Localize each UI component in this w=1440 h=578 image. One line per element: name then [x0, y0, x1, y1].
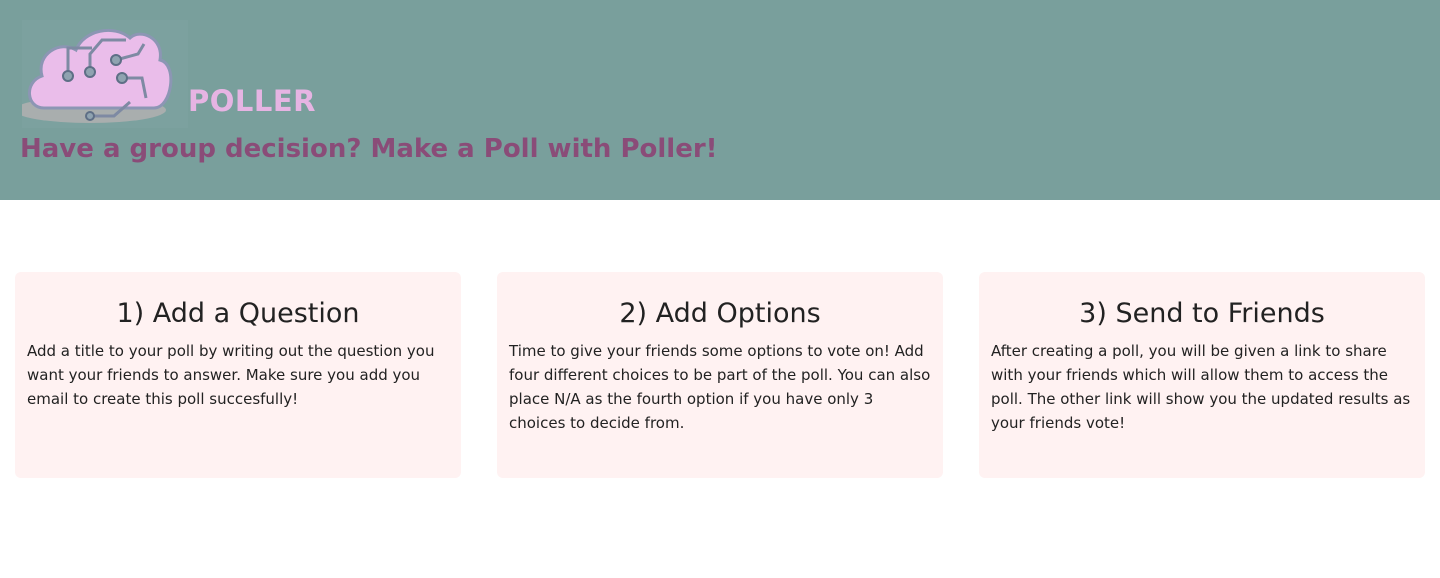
step-description: After creating a poll, you will be given… — [991, 342, 1411, 432]
site-header: POLLER Have a group decision? Make a Pol… — [0, 0, 1440, 200]
steps-section: 1) Add a Question Add a title to your po… — [15, 272, 1425, 478]
step-description: Time to give your friends some options t… — [509, 342, 931, 432]
cloud-circuit-logo-icon — [14, 20, 188, 128]
step-card-add-options: 2) Add Options Time to give your friends… — [497, 272, 943, 478]
step-description: Add a title to your poll by writing out … — [27, 342, 435, 408]
step-title: 3) Send to Friends — [1079, 298, 1325, 329]
page-tagline: Have a group decision? Make a Poll with … — [20, 134, 718, 164]
step-card-send-to-friends: 3) Send to Friends After creating a poll… — [979, 272, 1425, 478]
brand-name: POLLER — [188, 84, 317, 118]
step-title: 1) Add a Question — [116, 298, 360, 329]
step-title: 2) Add Options — [619, 298, 821, 329]
step-card-add-question: 1) Add a Question Add a title to your po… — [15, 272, 461, 478]
